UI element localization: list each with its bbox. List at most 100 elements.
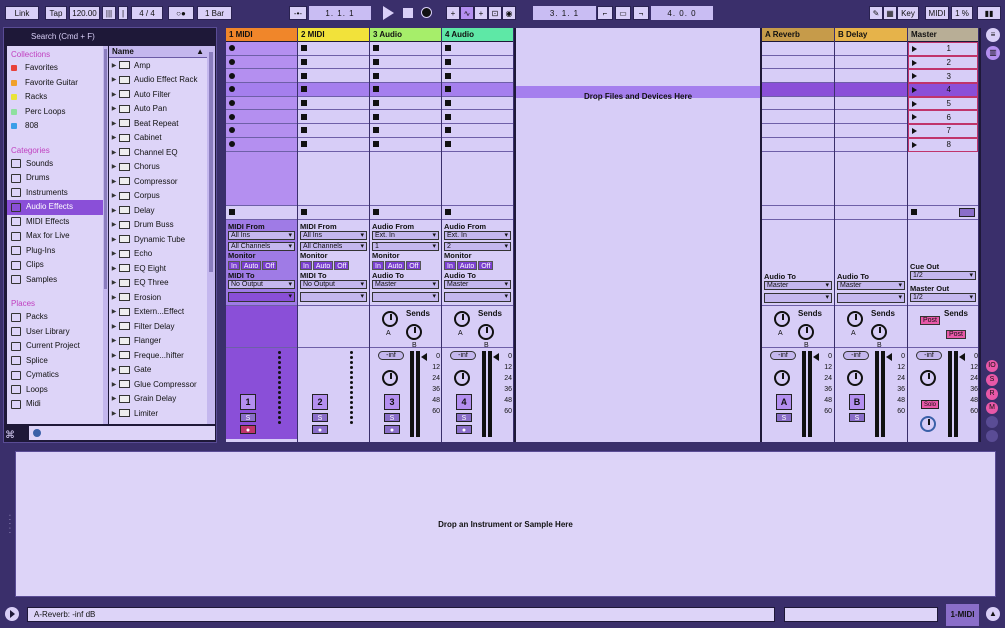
selected-track-label[interactable]: 1-MIDI bbox=[946, 604, 979, 626]
expand-arrow-icon[interactable]: ▶ bbox=[109, 192, 119, 199]
output-type-select[interactable]: Master bbox=[764, 280, 832, 290]
expand-arrow-icon[interactable]: ▶ bbox=[109, 62, 119, 69]
track-activator[interactable]: 2 bbox=[312, 393, 328, 410]
empty-slot-area[interactable] bbox=[298, 152, 369, 206]
scene-play-icon[interactable] bbox=[912, 86, 917, 93]
place-item[interactable]: User Library bbox=[7, 325, 103, 340]
clip-slot[interactable] bbox=[835, 110, 907, 125]
pan-knob[interactable] bbox=[847, 369, 863, 386]
clip-slot[interactable] bbox=[370, 42, 441, 56]
clip-slot[interactable] bbox=[226, 83, 297, 97]
clip-slot[interactable] bbox=[762, 83, 834, 97]
clip-slot[interactable] bbox=[370, 110, 441, 125]
expand-arrow-icon[interactable]: ▶ bbox=[109, 308, 119, 315]
clip-slot[interactable] bbox=[298, 56, 369, 70]
loop-switch-icon[interactable]: ▭ bbox=[615, 6, 631, 20]
expand-arrow-icon[interactable]: ▶ bbox=[109, 294, 119, 301]
send-a-knob[interactable] bbox=[382, 310, 398, 327]
clip-slot[interactable] bbox=[442, 42, 513, 56]
place-item[interactable]: Loops bbox=[7, 383, 103, 398]
input-channel-select[interactable]: 2 bbox=[444, 241, 511, 251]
category-item[interactable]: Samples bbox=[7, 273, 103, 288]
volume-field[interactable]: -inf bbox=[450, 350, 476, 360]
output-type-select[interactable]: No Output bbox=[300, 279, 367, 289]
input-channel-select[interactable]: 1 bbox=[372, 241, 439, 251]
collection-item[interactable]: Favorites bbox=[7, 61, 103, 76]
output-channel-select[interactable] bbox=[228, 291, 295, 302]
clip-slot[interactable] bbox=[442, 110, 513, 125]
stop-slot-icon[interactable] bbox=[301, 72, 307, 79]
crossfader-toggle-icon[interactable] bbox=[986, 416, 998, 428]
place-item[interactable]: Packs bbox=[7, 310, 103, 325]
expand-arrow-icon[interactable]: ▶ bbox=[109, 250, 119, 257]
browser-item[interactable]: ▶ Gate bbox=[109, 363, 207, 378]
stop-slot-icon[interactable] bbox=[445, 86, 451, 93]
clip-slot[interactable] bbox=[370, 69, 441, 84]
category-item[interactable]: Instruments bbox=[7, 186, 103, 201]
groove-pool-icon[interactable]: ⌘ bbox=[5, 430, 20, 442]
link-button[interactable]: Link bbox=[5, 6, 39, 20]
input-type-select[interactable]: Ext. In bbox=[444, 230, 511, 240]
track-header[interactable]: 1 MIDI bbox=[226, 28, 297, 42]
sidebar-scrollbar[interactable] bbox=[103, 46, 108, 424]
input-type-select[interactable]: All Ins bbox=[300, 230, 367, 240]
expand-arrow-icon[interactable]: ▶ bbox=[109, 163, 119, 170]
scene-play-icon[interactable] bbox=[912, 73, 917, 80]
expand-arrow-icon[interactable]: ▶ bbox=[109, 279, 119, 286]
clip-slot[interactable] bbox=[298, 69, 369, 84]
track-header[interactable]: 4 Audio bbox=[442, 28, 513, 42]
expand-arrow-icon[interactable]: ▶ bbox=[109, 323, 119, 330]
record-slot-icon[interactable] bbox=[229, 45, 235, 52]
record-slot-icon[interactable] bbox=[229, 127, 235, 134]
browser-item[interactable]: ▶ Audio Effect Rack bbox=[109, 73, 207, 88]
solo-button[interactable]: S bbox=[312, 412, 328, 422]
browser-item[interactable]: ▶ Glue Compressor bbox=[109, 377, 207, 392]
monitor-auto-button[interactable]: Auto bbox=[312, 260, 334, 270]
key-map-button[interactable]: Key bbox=[897, 6, 919, 20]
clip-slot[interactable] bbox=[226, 42, 297, 56]
stop-slot-icon[interactable] bbox=[373, 86, 379, 93]
clip-slot[interactable] bbox=[442, 69, 513, 84]
expand-arrow-icon[interactable]: ▶ bbox=[109, 265, 119, 272]
stop-slot-icon[interactable] bbox=[301, 127, 307, 134]
category-item[interactable]: Audio Effects bbox=[7, 200, 103, 215]
volume-field[interactable]: -inf bbox=[916, 350, 942, 360]
clip-slot[interactable] bbox=[835, 124, 907, 138]
clip-slot[interactable] bbox=[762, 42, 834, 56]
solo-button[interactable]: S bbox=[456, 412, 472, 422]
pan-knob[interactable] bbox=[920, 369, 936, 386]
return-header[interactable]: B Delay bbox=[835, 28, 907, 42]
scene-launch[interactable]: 5 bbox=[908, 96, 978, 111]
clip-slot[interactable] bbox=[226, 137, 297, 152]
track-delay-icon[interactable] bbox=[986, 430, 998, 442]
post-button[interactable]: Post bbox=[920, 315, 941, 325]
monitor-off-button[interactable]: Off bbox=[406, 260, 422, 270]
track-activator[interactable]: 1 bbox=[240, 393, 256, 410]
output-channel-select[interactable] bbox=[300, 291, 367, 302]
record-slot-icon[interactable] bbox=[229, 72, 235, 79]
quantization-select[interactable]: 1 Bar bbox=[197, 6, 232, 20]
expand-arrow-icon[interactable]: ▶ bbox=[109, 352, 119, 359]
category-item[interactable]: Sounds bbox=[7, 157, 103, 172]
monitor-off-button[interactable]: Off bbox=[262, 260, 278, 270]
clip-slot[interactable] bbox=[226, 110, 297, 125]
nudge-icon[interactable]: | bbox=[118, 6, 128, 20]
stop-all-button[interactable] bbox=[959, 207, 975, 217]
stop-slot-icon[interactable] bbox=[373, 113, 379, 120]
volume-field[interactable]: -inf bbox=[378, 350, 404, 360]
empty-slot-area[interactable] bbox=[835, 152, 907, 206]
clip-slot[interactable] bbox=[370, 56, 441, 70]
browser-item[interactable]: ▶ Grain Delay bbox=[109, 392, 207, 407]
expand-arrow-icon[interactable]: ▶ bbox=[109, 91, 119, 98]
scene-play-icon[interactable] bbox=[912, 141, 917, 148]
pan-knob[interactable] bbox=[454, 369, 470, 386]
expand-arrow-icon[interactable]: ▶ bbox=[109, 149, 119, 156]
return-activator[interactable]: A bbox=[776, 393, 792, 410]
collection-item[interactable]: Perc Loops bbox=[7, 105, 103, 120]
clip-slot[interactable] bbox=[298, 124, 369, 138]
expand-arrow-icon[interactable]: ▶ bbox=[109, 337, 119, 344]
empty-slot-area[interactable] bbox=[370, 152, 441, 206]
expand-arrow-icon[interactable]: ▶ bbox=[109, 76, 119, 83]
punch-in-icon[interactable]: ⌐ bbox=[597, 6, 613, 20]
stop-slot-icon[interactable] bbox=[445, 59, 451, 66]
